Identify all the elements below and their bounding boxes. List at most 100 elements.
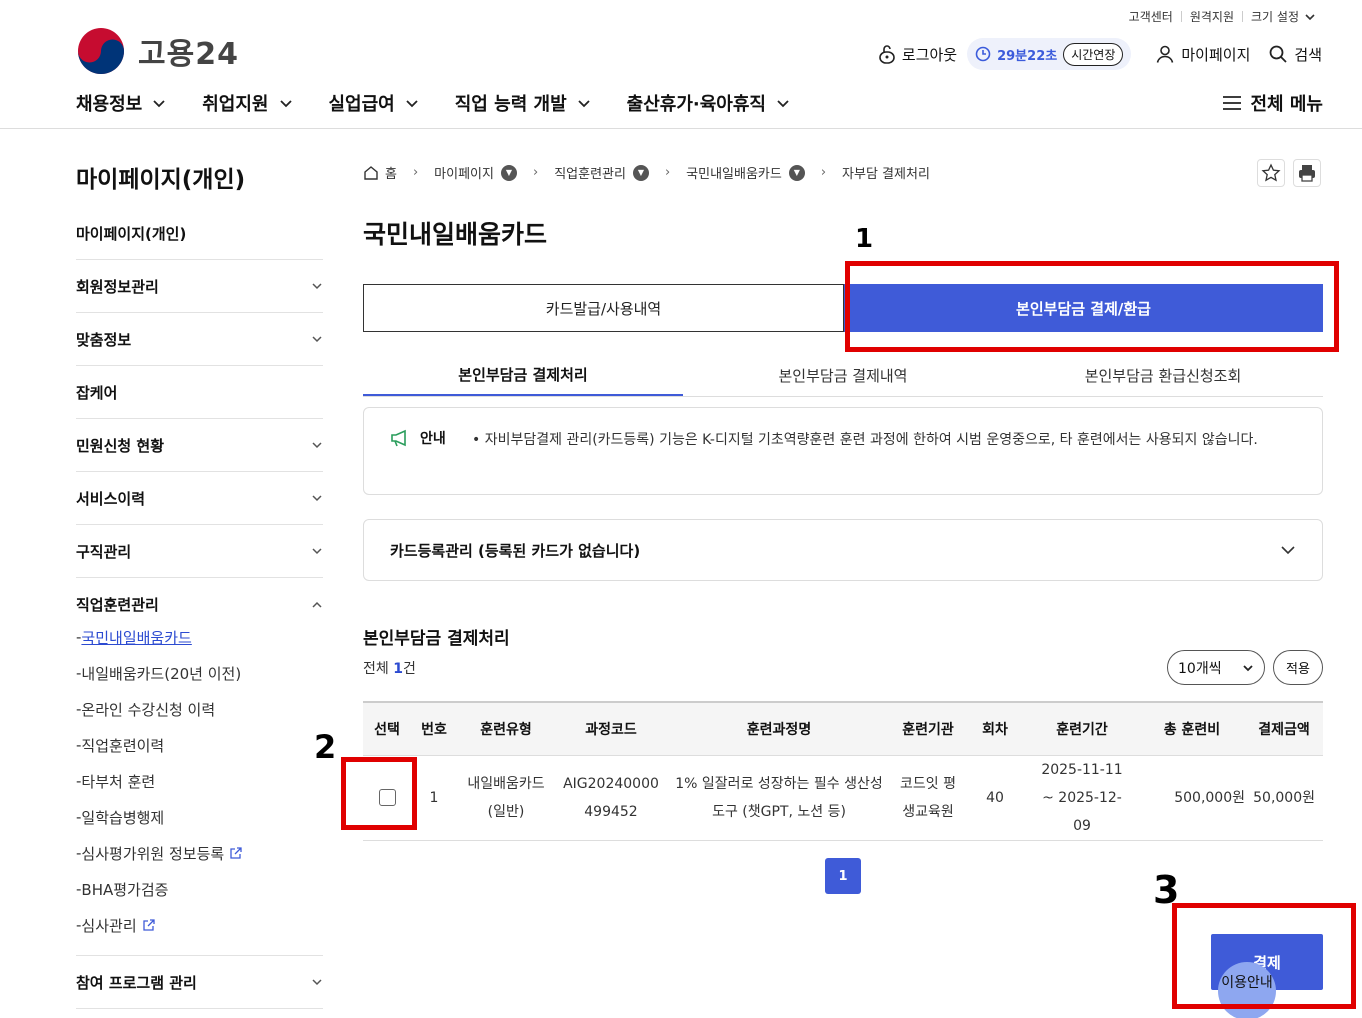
col-header: 훈련과정명	[667, 701, 891, 756]
sidebar-sub-label: BHA평가검증	[81, 880, 169, 899]
table-header-row: 선택 번호 훈련유형 과정코드 훈련과정명 훈련기관 회차 훈련기간 총 훈련비…	[363, 701, 1323, 756]
cell-no: 1	[411, 755, 457, 841]
sidebar-item-job-seek[interactable]: 구직관리	[76, 525, 323, 578]
cell-org: 코드잇 평생교육원	[891, 755, 965, 841]
sidebar: 마이페이지(개인) 회원정보관리 맞춤정보 잡케어 민원신청 현황 서비스이력 …	[76, 207, 323, 1009]
total-suffix: 건	[402, 661, 416, 677]
gnb-item-jobs[interactable]: 채용정보	[76, 90, 166, 116]
lock-icon	[879, 45, 895, 64]
sidebar-item-label: 구직관리	[76, 542, 132, 561]
total-prefix: 전체	[363, 661, 394, 677]
chevron-down-icon	[312, 548, 322, 555]
printer-icon	[1299, 165, 1315, 182]
sidebar-sub-label: 일학습병행제	[81, 808, 165, 827]
favorite-button[interactable]	[1257, 159, 1285, 187]
sidebar-sub-naeil-card[interactable]: - 국민내일배움카드	[76, 619, 323, 655]
sidebar-item-custom[interactable]: 맞춤정보	[76, 313, 323, 366]
sidebar-sub-label: 심사평가위원 정보등록	[81, 844, 225, 863]
sidebar-item-service-history[interactable]: 서비스이력	[76, 472, 323, 525]
total-count: 전체 1건	[363, 658, 416, 678]
page-size-select[interactable]: 10개씩	[1167, 650, 1265, 685]
sidebar-item-member[interactable]: 회원정보관리	[76, 260, 323, 313]
subtab-payment-process[interactable]: 본인부담금 결제처리	[363, 354, 683, 396]
print-button[interactable]	[1293, 159, 1321, 187]
sidebar-sub-old-card[interactable]: - 내일배움카드(20년 이전)	[76, 655, 323, 691]
notice-box: 안내 • 자비부담결제 관리(카드등록) 기능은 K-디지털 기초역량훈련 훈련…	[363, 407, 1323, 495]
annotation-number-3: 3	[1153, 868, 1180, 912]
sidebar-sub-history[interactable]: - 직업훈련이력	[76, 727, 323, 763]
sidebar-item-label: 마이페이지(개인)	[76, 224, 187, 243]
timer-text: 29분22초	[997, 48, 1058, 64]
apply-button[interactable]: 적용	[1273, 650, 1323, 685]
annotation-box-2	[341, 757, 417, 830]
all-menu-button[interactable]: 전체 메뉴	[1222, 90, 1323, 116]
header-divider	[0, 128, 1362, 129]
card-register-accordion[interactable]: 카드등록관리 (등록된 카드가 없습니다)	[363, 519, 1323, 581]
external-link-icon	[230, 847, 242, 859]
page-title: 국민내일배움카드	[363, 220, 548, 249]
breadcrumb: 홈 › 마이페이지 ▼ › 직업훈련관리 ▼ › 국민내일배움카드 ▼ › 자부담 결…	[363, 163, 930, 182]
sidebar-sub-other-ministry[interactable]: - 타부처 훈련	[76, 763, 323, 799]
logout-label: 로그아웃	[901, 45, 958, 64]
search-button[interactable]: 검색	[1268, 44, 1322, 65]
site-logo[interactable]: 고용24	[76, 26, 239, 76]
extend-session-button[interactable]: 시간연장	[1063, 42, 1124, 66]
cell-total: 500,000원	[1139, 755, 1245, 841]
main-navigation: 채용정보 취업지원 실업급여 직업 능력 개발 출산휴가·육아휴직 전체 메뉴	[76, 90, 1323, 116]
sidebar-item-program[interactable]: 참여 프로그램 관리	[76, 956, 323, 1009]
sidebar-item-jobcare[interactable]: 잡케어	[76, 366, 323, 419]
sidebar-sub-label: 온라인 수강신청 이력	[81, 700, 216, 719]
sidebar-item-label: 참여 프로그램 관리	[76, 973, 197, 992]
dropdown-icon[interactable]: ▼	[788, 164, 805, 181]
pagination-page-1[interactable]: 1	[825, 858, 861, 894]
size-setting-link[interactable]: 크기 설정	[1251, 8, 1299, 25]
chevron-down-icon	[153, 100, 165, 108]
sidebar-item-mypage[interactable]: 마이페이지(개인)	[76, 207, 323, 260]
subtab-payment-history[interactable]: 본인부담금 결제내역	[683, 354, 1003, 396]
star-icon	[1261, 163, 1281, 182]
sidebar-sub-evaluator[interactable]: - 심사평가위원 정보등록	[76, 835, 323, 871]
sidebar-sub-label: 국민내일배움카드	[81, 628, 192, 647]
customer-center-link[interactable]: 고객센터	[1129, 8, 1173, 25]
gnb-label: 실업급여	[328, 94, 395, 115]
sidebar-item-petition[interactable]: 민원신청 현황	[76, 419, 323, 472]
gnb-item-leave[interactable]: 출산휴가·육아휴직	[627, 90, 790, 116]
sidebar-sub-review[interactable]: - 심사관리	[76, 907, 323, 943]
col-header: 훈련유형	[457, 701, 555, 756]
payment-table: 선택 번호 훈련유형 과정코드 훈련과정명 훈련기관 회차 훈련기간 총 훈련비…	[363, 701, 1323, 841]
gnb-item-skills[interactable]: 직업 능력 개발	[455, 90, 591, 116]
breadcrumb-training[interactable]: 직업훈련관리	[554, 163, 626, 182]
breadcrumb-mypage[interactable]: 마이페이지	[434, 163, 494, 182]
chevron-down-icon	[279, 100, 292, 108]
logout-button[interactable]: 로그아웃	[878, 44, 957, 65]
gnb-item-employment[interactable]: 취업지원	[202, 90, 292, 116]
gnb-item-unemployment[interactable]: 실업급여	[329, 90, 419, 116]
sidebar-sub-work-learning[interactable]: - 일학습병행제	[76, 799, 323, 835]
sidebar-sub-label: 내일배움카드(20년 이전)	[81, 664, 242, 683]
notice-label: 안내	[420, 431, 446, 447]
col-header: 선택	[363, 701, 411, 756]
sidebar-item-label: 잡케어	[76, 383, 118, 402]
remote-support-link[interactable]: 원격지원	[1190, 8, 1234, 25]
dropdown-icon[interactable]: ▼	[632, 164, 649, 181]
chevron-down-icon	[406, 100, 418, 108]
chevron-down-icon	[1305, 13, 1315, 20]
tab-card-issue[interactable]: 카드발급/사용내역	[363, 284, 844, 332]
sidebar-sub-bha[interactable]: - BHA평가검증	[76, 871, 323, 907]
col-header: 결제금액	[1245, 701, 1323, 756]
mypage-link[interactable]: 마이페이지	[1155, 44, 1250, 65]
cell-course: 1% 일잘러로 성장하는 필수 생산성 도구 (챗GPT, 노션 등)	[667, 755, 891, 841]
chevron-down-icon	[1281, 546, 1295, 555]
sub-tabs: 본인부담금 결제처리 본인부담금 결제내역 본인부담금 환급신청조회	[363, 354, 1323, 397]
sidebar-sub-online[interactable]: - 온라인 수강신청 이력	[76, 691, 323, 727]
dropdown-icon[interactable]: ▼	[500, 164, 517, 181]
breadcrumb-home[interactable]: 홈	[385, 163, 397, 182]
col-header: 번호	[411, 701, 457, 756]
subtab-refund[interactable]: 본인부담금 환급신청조회	[1003, 354, 1323, 396]
megaphone-icon	[391, 429, 406, 447]
hamburger-icon	[1223, 96, 1242, 110]
breadcrumb-card[interactable]: 국민내일배움카드	[686, 163, 782, 182]
gnb-label: 직업 능력 개발	[454, 94, 567, 115]
breadcrumb-current: 자부담 결제처리	[842, 167, 930, 182]
cell-round: 40	[965, 755, 1025, 841]
